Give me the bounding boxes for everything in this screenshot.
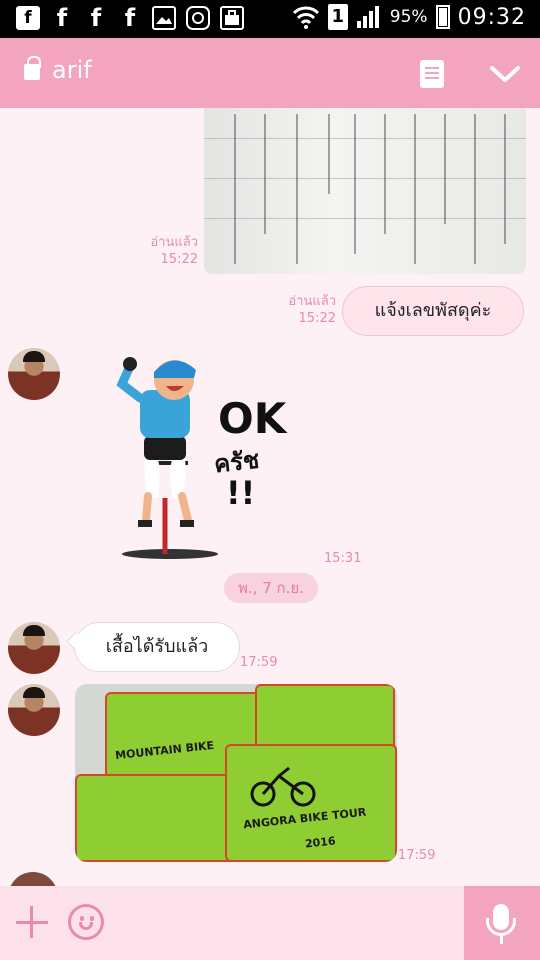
receipt-photo[interactable] [204, 108, 526, 274]
lock-icon [24, 56, 41, 80]
clock: 09:32 [457, 4, 526, 30]
gallery-icon [152, 6, 176, 30]
date-divider: พ., 7 ก.ย. [224, 573, 318, 603]
instagram-icon [186, 6, 210, 30]
outgoing-message-bubble[interactable]: แจ้งเลขพัสดุค่ะ [342, 286, 524, 336]
facebook-icon: f [16, 6, 40, 30]
wifi-icon [292, 6, 319, 29]
read-receipt: อ่านแล้ว 15:22 [288, 294, 336, 326]
cyclist-sticker[interactable] [110, 348, 300, 562]
sticker-exclaim: !! [226, 474, 256, 512]
chat-header: arif [0, 38, 540, 108]
sim-slot-icon: 1 [327, 4, 348, 30]
status-indicators: 1 95% 09:32 [292, 4, 526, 30]
message-time: 17:59 [398, 848, 436, 863]
avatar[interactable] [8, 348, 60, 400]
avatar[interactable] [8, 872, 58, 886]
avatar[interactable] [8, 684, 60, 736]
battery-icon [435, 5, 450, 29]
bike-print [250, 766, 316, 807]
cycling-jerseys-photo[interactable]: MOUNTAIN BIKE ANGORA BIKE TOUR 2016 [75, 684, 397, 862]
notification-icons: f f f f [16, 6, 244, 30]
message-list[interactable]: อ่านแล้ว 15:22 อ่านแล้ว 15:22 แจ้งเลขพัส… [0, 108, 540, 886]
facebook-icon: f [56, 4, 68, 32]
sticker-ok-text: OK [218, 394, 287, 443]
facebook-icon: f [90, 4, 102, 32]
message-time: 15:31 [324, 551, 362, 566]
voice-button[interactable] [464, 886, 540, 960]
read-receipt: อ่านแล้ว 15:22 [150, 235, 198, 267]
incoming-message-bubble[interactable]: เสื้อได้รับแล้ว [74, 622, 240, 672]
briefcase-icon [220, 6, 244, 30]
notes-icon[interactable] [420, 60, 444, 88]
input-bar [0, 886, 540, 960]
facebook-icon: f [124, 4, 136, 32]
chat-title[interactable]: arif [52, 56, 92, 84]
status-bar: f f f f 1 95% 09:32 [0, 0, 540, 38]
battery-percent: 95% [389, 7, 428, 27]
message-time: 17:59 [240, 655, 278, 670]
plus-icon[interactable] [14, 904, 50, 940]
emoji-icon[interactable] [68, 904, 104, 940]
check-icon[interactable] [488, 56, 522, 90]
avatar[interactable] [8, 622, 60, 674]
signal-icon [356, 6, 379, 28]
